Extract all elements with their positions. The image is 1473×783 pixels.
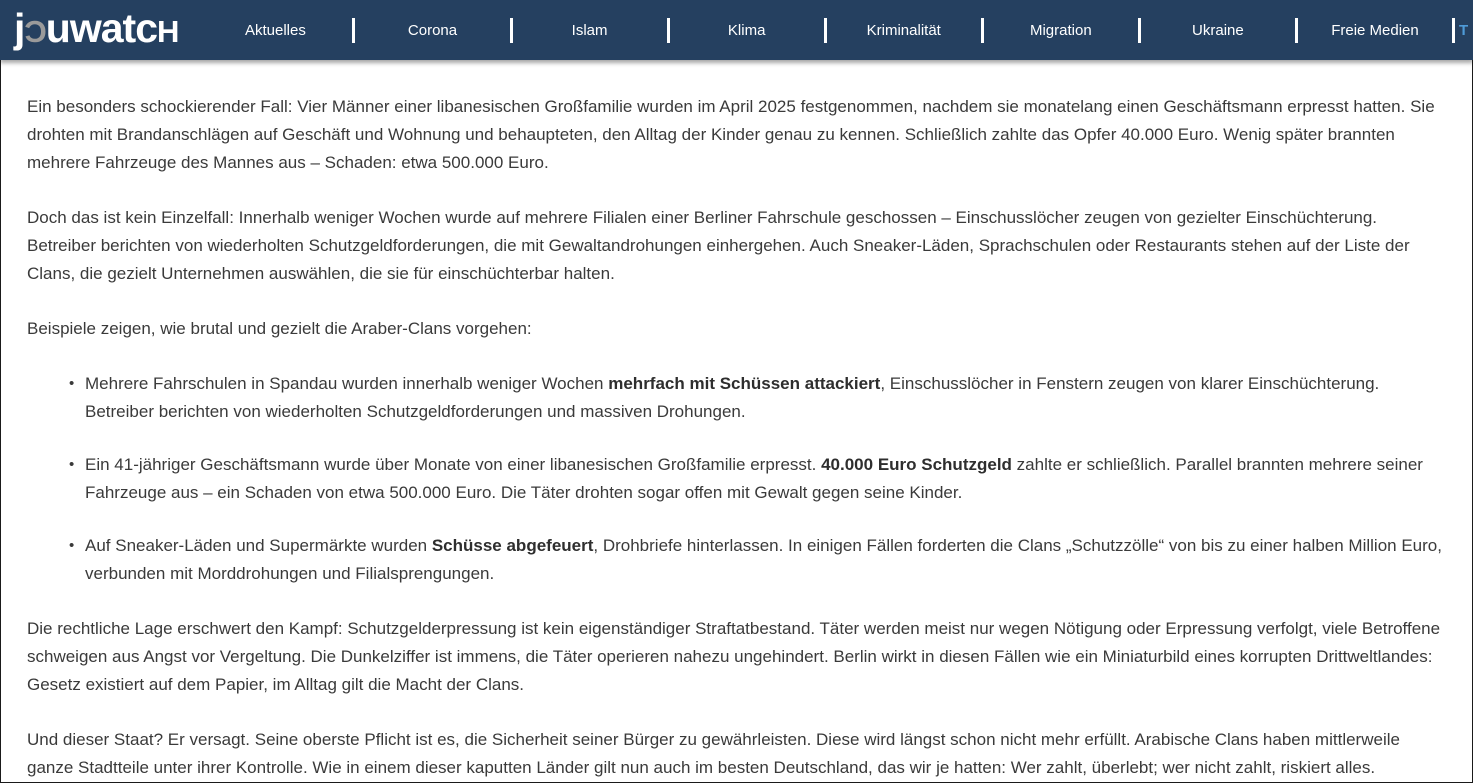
nav-item-migration[interactable]: Migration xyxy=(984,22,1138,39)
article-paragraph: Die rechtliche Lage erschwert den Kampf:… xyxy=(27,615,1446,699)
nav-item-islam[interactable]: Islam xyxy=(513,22,667,39)
top-nav: jƆuwatcH Aktuelles Corona Islam Klima Kr… xyxy=(0,0,1473,60)
article-content: Ein besonders schockierender Fall: Vier … xyxy=(0,60,1473,783)
logo-letters-mid: uwatc xyxy=(46,5,157,52)
list-item: Mehrere Fahrschulen in Spandau wurden in… xyxy=(69,370,1446,426)
logo-open-o-icon: Ɔ xyxy=(24,14,45,50)
nav-item-ukraine[interactable]: Ukraine xyxy=(1141,22,1295,39)
nav-item-corona[interactable]: Corona xyxy=(355,22,509,39)
list-item-text: Ein 41-jähriger Geschäftsmann wurde über… xyxy=(85,455,821,474)
nav-item-partial[interactable]: T xyxy=(1455,22,1473,39)
logo-letter-j: j xyxy=(14,5,24,52)
example-list: Mehrere Fahrschulen in Spandau wurden in… xyxy=(27,370,1446,588)
list-item: Ein 41-jähriger Geschäftsmann wurde über… xyxy=(69,451,1446,507)
bold-text: 40.000 Euro Schutzgeld xyxy=(821,455,1012,474)
article-paragraph: Ein besonders schockierender Fall: Vier … xyxy=(27,93,1446,177)
site-logo[interactable]: jƆuwatcH xyxy=(14,5,178,52)
article-paragraph: Und dieser Staat? Er versagt. Seine ober… xyxy=(27,726,1446,782)
logo-letter-h: H xyxy=(157,14,178,50)
main-menu: Aktuelles Corona Islam Klima Kriminalitä… xyxy=(198,0,1473,60)
list-item-text: Auf Sneaker-Läden und Supermärkte wurden xyxy=(85,536,432,555)
list-item: Auf Sneaker-Läden und Supermärkte wurden… xyxy=(69,532,1446,588)
article-paragraph: Doch das ist kein Einzelfall: Innerhalb … xyxy=(27,204,1446,288)
bold-text: Schüsse abgefeuert xyxy=(432,536,594,555)
bold-text: mehrfach mit Schüssen attackiert xyxy=(608,374,880,393)
nav-item-aktuelles[interactable]: Aktuelles xyxy=(198,22,352,39)
list-item-text: Mehrere Fahrschulen in Spandau wurden in… xyxy=(85,374,608,393)
nav-item-kriminalitaet[interactable]: Kriminalität xyxy=(827,22,981,39)
article-paragraph: Beispiele zeigen, wie brutal und gezielt… xyxy=(27,315,1446,343)
nav-item-freie-medien[interactable]: Freie Medien xyxy=(1298,22,1452,39)
nav-item-klima[interactable]: Klima xyxy=(670,22,824,39)
